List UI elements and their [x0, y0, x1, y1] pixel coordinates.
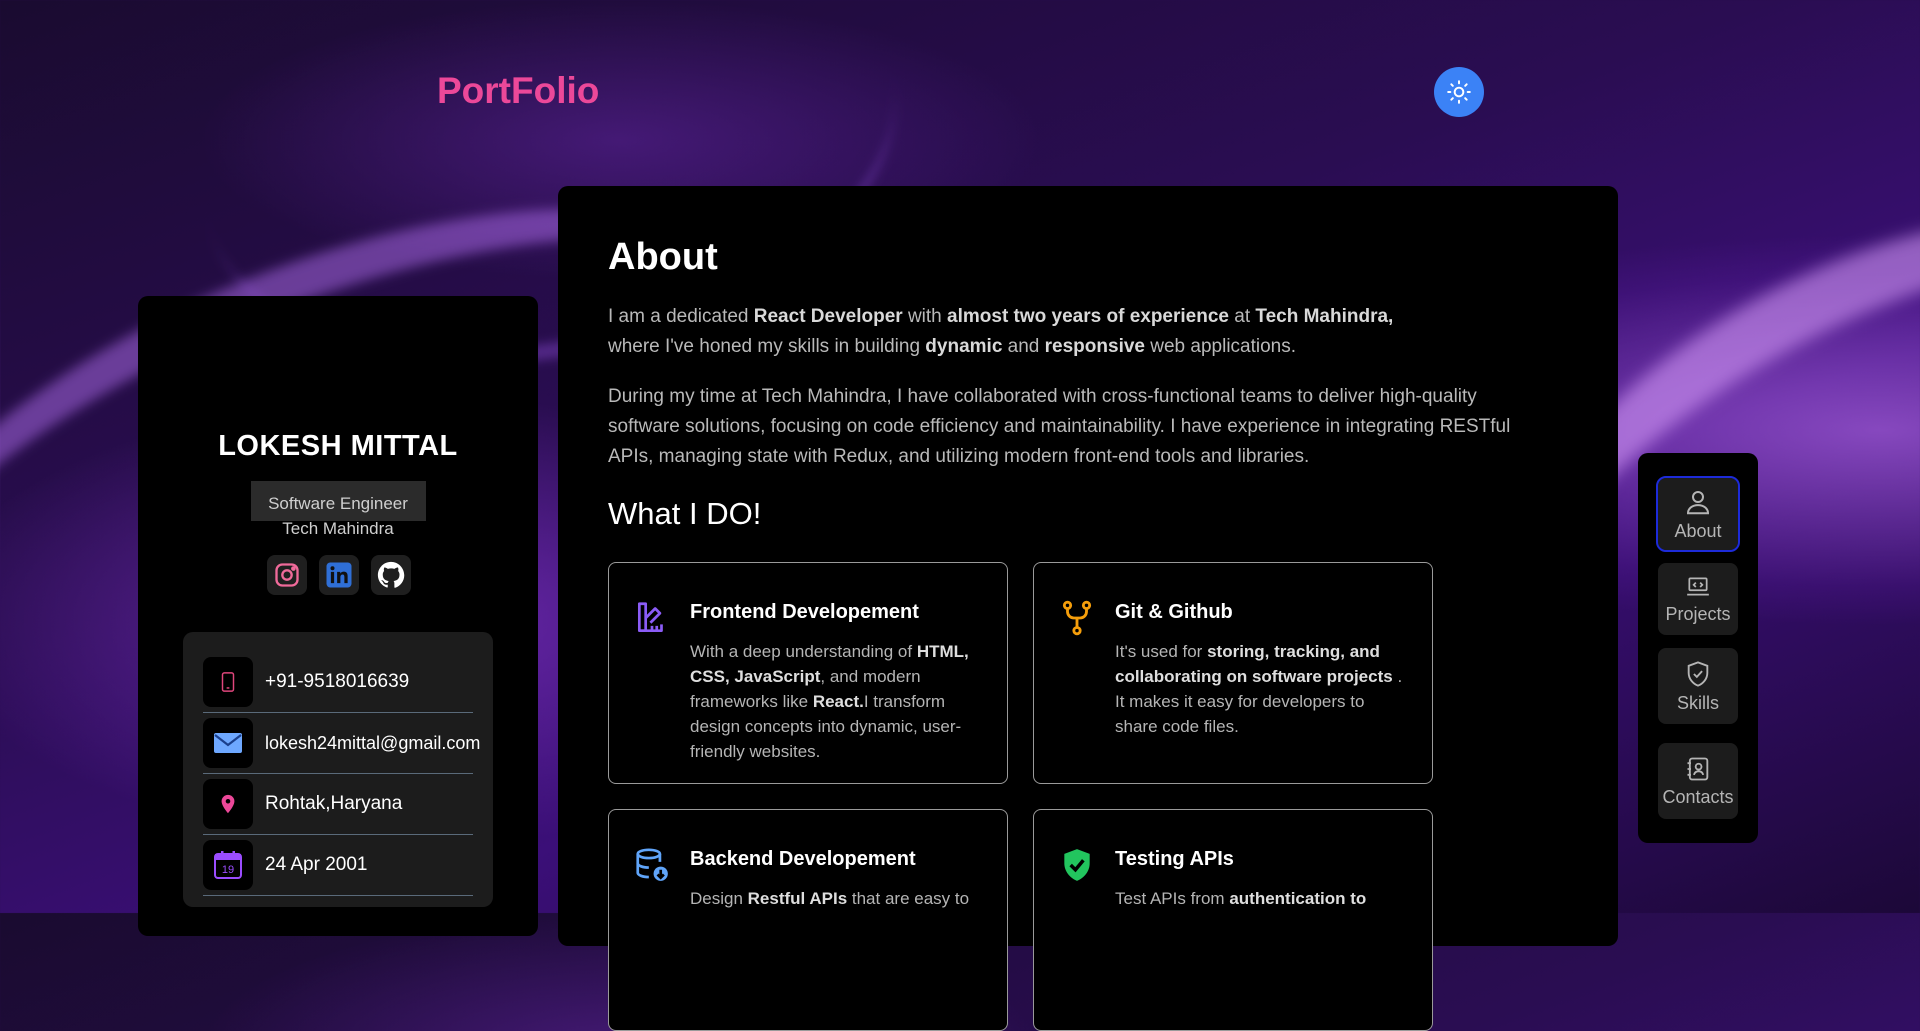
database-download-icon [636, 848, 668, 881]
laptop-code-icon [1687, 576, 1709, 595]
shield-check-icon [1064, 849, 1090, 881]
instagram-link[interactable] [267, 555, 307, 595]
design-tools-icon [637, 602, 663, 633]
card-description: It's used for storing, tracking, and col… [1115, 642, 1403, 736]
calendar-day: 19 [222, 864, 234, 876]
what-i-do-title: What I DO! [608, 496, 762, 531]
linkedin-link[interactable] [319, 555, 359, 595]
contact-row-phone: +91-9518016639 [203, 652, 473, 713]
card-title: Git & Github [1115, 601, 1233, 623]
about-intro: I am a dedicated React Developer with al… [608, 306, 1394, 357]
sun-icon [1447, 80, 1471, 104]
card-title: Frontend Developement [690, 601, 919, 623]
phone-number[interactable]: +91-9518016639 [265, 671, 409, 693]
service-card-frontend: Frontend Developement With a deep unders… [608, 562, 1008, 784]
service-card-testing: Testing APIs Test APIs from authenticati… [1033, 809, 1433, 1031]
card-description: Design Restful APIs that are easy to [690, 889, 970, 908]
contact-row-location: Rohtak,Haryana [203, 774, 473, 835]
nav-label: Contacts [1662, 786, 1734, 807]
service-card-backend: Backend Developement Design Restful APIs… [608, 809, 1008, 1031]
about-title: About [608, 236, 718, 278]
birth-date: 24 Apr 2001 [265, 854, 368, 875]
card-description: With a deep understanding of HTML, CSS, … [690, 642, 969, 761]
contact-row-email: lokesh24mittal@gmail.com [203, 713, 480, 774]
service-card-git: Git & Github It's used for storing, trac… [1033, 562, 1433, 784]
theme-toggle-button[interactable] [1434, 67, 1484, 117]
about-experience: During my time at Tech Mahindra, I have … [608, 386, 1511, 467]
phone-icon [221, 672, 235, 692]
nav-item-projects[interactable]: Projects [1658, 563, 1738, 635]
email-address[interactable]: lokesh24mittal@gmail.com [265, 733, 480, 754]
nav-label: About [1674, 520, 1722, 541]
location-icon [221, 794, 235, 814]
github-icon [377, 561, 405, 588]
location: Rohtak,Haryana [265, 793, 403, 814]
mail-icon [214, 733, 242, 753]
contact-book-icon [1687, 757, 1709, 780]
calendar-icon: 19 [214, 851, 242, 879]
section-nav: About Projects Skills Contacts [1638, 453, 1758, 843]
nav-item-skills[interactable]: Skills [1658, 648, 1738, 724]
user-icon [1686, 490, 1710, 514]
nav-label: Skills [1676, 692, 1719, 713]
nav-item-contacts[interactable]: Contacts [1658, 743, 1738, 819]
card-title: Backend Developement [690, 848, 916, 870]
shield-check-icon [1687, 660, 1709, 687]
profile-name: LOKESH MITTAL [218, 430, 458, 462]
git-branch-icon [1062, 600, 1092, 636]
linkedin-icon [326, 562, 352, 588]
contact-info-panel: +91-9518016639 lokesh24mittal@gmail.com … [183, 632, 493, 907]
card-description: Test APIs from authentication to [1115, 889, 1367, 908]
nav-item-about[interactable]: About [1656, 476, 1740, 552]
contact-row-birthday: 19 24 Apr 2001 [203, 835, 473, 896]
github-link[interactable] [371, 555, 411, 595]
instagram-icon [275, 563, 299, 587]
site-logo[interactable]: PortFolio [437, 70, 599, 112]
nav-label: Projects [1665, 603, 1731, 624]
social-links [267, 555, 411, 595]
card-title: Testing APIs [1115, 848, 1234, 870]
